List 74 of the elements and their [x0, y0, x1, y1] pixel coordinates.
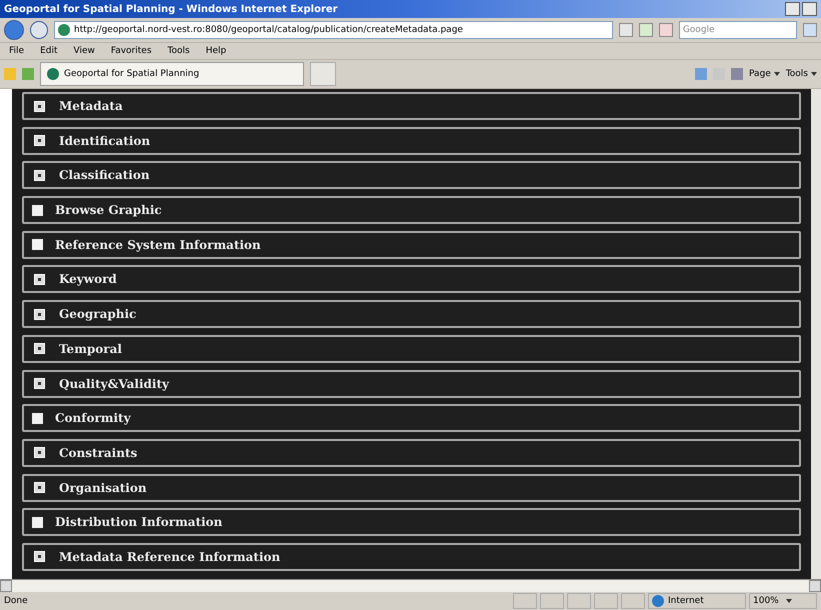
- command-menu[interactable]: Page: [749, 69, 780, 79]
- section-header[interactable]: Organisation: [22, 474, 801, 502]
- expand-icon[interactable]: [34, 343, 45, 354]
- forward-button[interactable]: [30, 21, 48, 39]
- section-title: Identification: [59, 134, 150, 148]
- section-header[interactable]: Metadata: [22, 92, 801, 120]
- vertical-scrollbar[interactable]: [811, 89, 821, 579]
- expand-icon[interactable]: [34, 378, 45, 389]
- section-title: Keyword: [59, 272, 117, 286]
- menu-item[interactable]: File: [4, 46, 30, 56]
- maximize-button[interactable]: [802, 2, 817, 16]
- caret-icon: [811, 72, 817, 76]
- section-title: Temporal: [59, 342, 122, 356]
- section-title: Classification: [59, 168, 150, 182]
- horizontal-scrollbar[interactable]: [0, 579, 821, 592]
- section-title: Organisation: [59, 480, 147, 495]
- expand-icon[interactable]: [34, 447, 45, 458]
- expand-icon[interactable]: [34, 482, 45, 494]
- status-pane: [567, 593, 591, 609]
- checkbox[interactable]: [32, 204, 43, 216]
- section-title: Quality&Validity: [59, 376, 169, 390]
- status-text: Done: [4, 596, 29, 606]
- caret-icon: [774, 72, 780, 76]
- status-pane: [621, 593, 645, 609]
- section-header[interactable]: Metadata Reference Information: [22, 542, 801, 571]
- section-title: Reference System Information: [55, 238, 261, 252]
- checkbox[interactable]: [32, 516, 43, 528]
- section-header[interactable]: Quality&Validity: [22, 370, 801, 398]
- menu-item[interactable]: Edit: [35, 46, 62, 56]
- section-title: Constraints: [59, 446, 138, 460]
- expand-icon[interactable]: [34, 308, 45, 320]
- back-button[interactable]: [4, 20, 24, 40]
- section-title: Distribution Information: [55, 515, 222, 530]
- security-zone: Internet: [648, 593, 746, 609]
- section-header[interactable]: Constraints: [22, 438, 801, 467]
- menu-item[interactable]: Tools: [162, 46, 195, 56]
- section-header[interactable]: Geographic: [22, 300, 801, 328]
- menu-item[interactable]: Favorites: [106, 46, 157, 56]
- expand-icon[interactable]: [34, 135, 45, 146]
- section-header[interactable]: Distribution Information: [22, 508, 801, 536]
- dropdown-button[interactable]: [618, 23, 633, 37]
- search-field[interactable]: Google: [678, 21, 797, 39]
- refresh-button[interactable]: [638, 23, 653, 37]
- checkbox[interactable]: [32, 412, 43, 424]
- section-header[interactable]: Keyword: [22, 265, 801, 294]
- menu-item[interactable]: Help: [200, 46, 232, 56]
- section-header[interactable]: Classification: [22, 161, 801, 190]
- section-title: Geographic: [59, 307, 136, 322]
- section-header[interactable]: Temporal: [22, 334, 801, 363]
- status-pane: [513, 593, 537, 609]
- section-header[interactable]: Conformity: [22, 404, 801, 432]
- menu-item[interactable]: View: [68, 46, 100, 56]
- section-title: Conformity: [55, 411, 131, 426]
- expand-icon[interactable]: [34, 551, 45, 562]
- stop-button[interactable]: [658, 23, 673, 37]
- window-title: Geoportal for Spatial Planning - Windows Internet Explorer: [4, 4, 338, 14]
- expand-icon[interactable]: [34, 100, 45, 112]
- expand-icon[interactable]: [34, 274, 45, 285]
- zoom-control[interactable]: 100%: [749, 593, 817, 609]
- checkbox[interactable]: [32, 239, 43, 250]
- browser-tab[interactable]: Geoportal for Spatial Planning: [40, 62, 304, 86]
- section-header[interactable]: Browse Graphic: [22, 196, 801, 224]
- section-header[interactable]: Reference System Information: [22, 230, 801, 259]
- command-menu[interactable]: Tools: [786, 69, 817, 79]
- caret-icon: [786, 599, 792, 603]
- status-pane: [594, 593, 618, 609]
- section-title: Metadata Reference Information: [59, 550, 280, 564]
- address-field[interactable]: http://geoportal.nord-vest.ro:8080/geoportal/catalog/publication/createMetadata.page: [54, 21, 613, 39]
- status-pane: [540, 593, 564, 609]
- section-title: Metadata: [59, 99, 123, 113]
- section-title: Browse Graphic: [55, 203, 162, 218]
- expand-icon[interactable]: [34, 170, 45, 181]
- minimize-button[interactable]: [785, 2, 800, 16]
- section-header[interactable]: Identification: [22, 126, 801, 155]
